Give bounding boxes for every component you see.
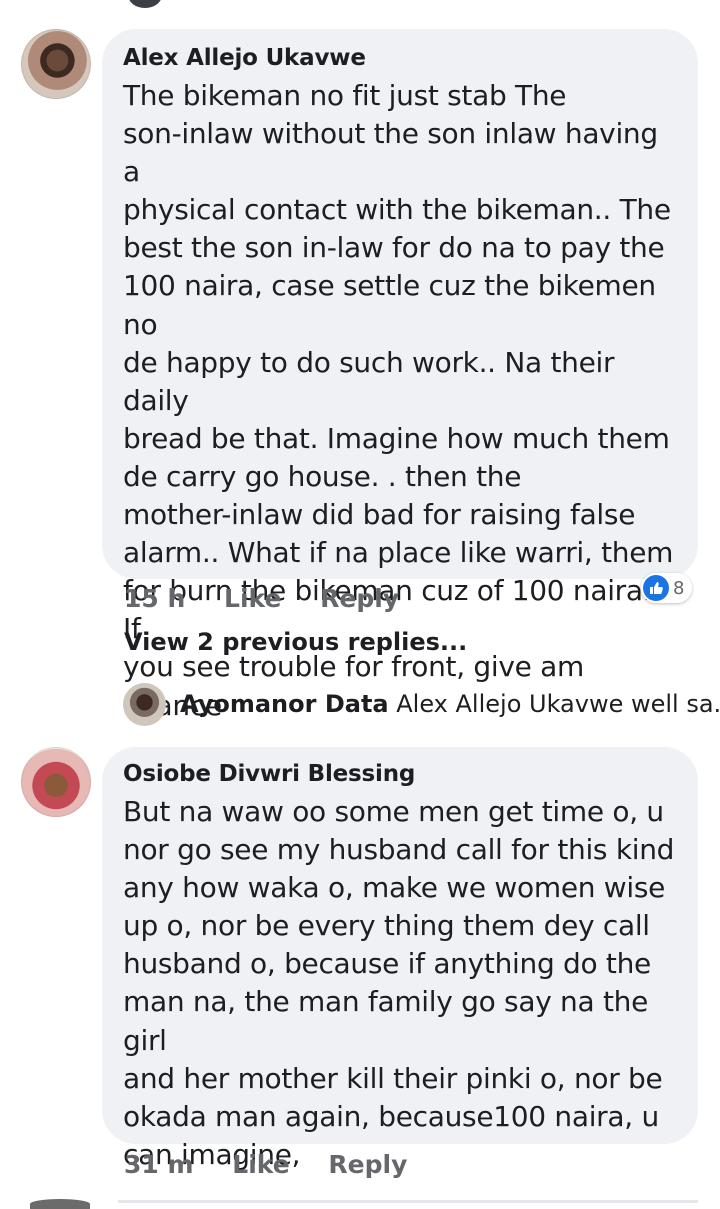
comment-actions-1: 15 h Like Reply [124, 584, 399, 613]
comment-bubble-1: Alex Allejo Ukavwe The bikeman no fit ju… [102, 29, 698, 722]
like-button[interactable]: Like [224, 584, 281, 613]
comment-bubble-2: Osiobe Divwri Blessing But na waw oo som… [102, 747, 698, 1171]
view-previous-replies[interactable]: View 2 previous replies... [124, 628, 467, 656]
reply-author[interactable]: Ayomanor Data [180, 690, 389, 718]
previous-avatar [128, 0, 162, 8]
reply-preview[interactable]: Ayomanor Data Alex Allejo Ukavwe well sa… [180, 690, 720, 718]
reply-button[interactable]: Reply [328, 1150, 407, 1179]
comment-time: 31 m [124, 1150, 194, 1179]
comment-author[interactable]: Osiobe Divwri Blessing [123, 759, 680, 789]
comment-time: 15 h [124, 584, 186, 613]
avatar-ayomanor[interactable] [123, 683, 166, 726]
reply-preview-text: Alex Allejo Ukavwe well sa... [396, 690, 720, 718]
reaction-count: 8 [673, 577, 685, 599]
comment-text: But na waw oo some men get time o, u nor… [123, 795, 675, 1171]
avatar-osiobe[interactable] [21, 747, 91, 817]
reaction-summary[interactable]: 8 [641, 573, 693, 603]
avatar-alex[interactable] [21, 29, 91, 99]
reply-button[interactable]: Reply [320, 584, 399, 613]
comment-actions-2: 31 m Like Reply [124, 1150, 407, 1179]
comment-author[interactable]: Alex Allejo Ukavwe [123, 43, 680, 73]
next-avatar [30, 1199, 90, 1209]
thumbs-up-icon [643, 575, 669, 601]
like-button[interactable]: Like [232, 1150, 289, 1179]
next-comment-edge [118, 1200, 698, 1203]
